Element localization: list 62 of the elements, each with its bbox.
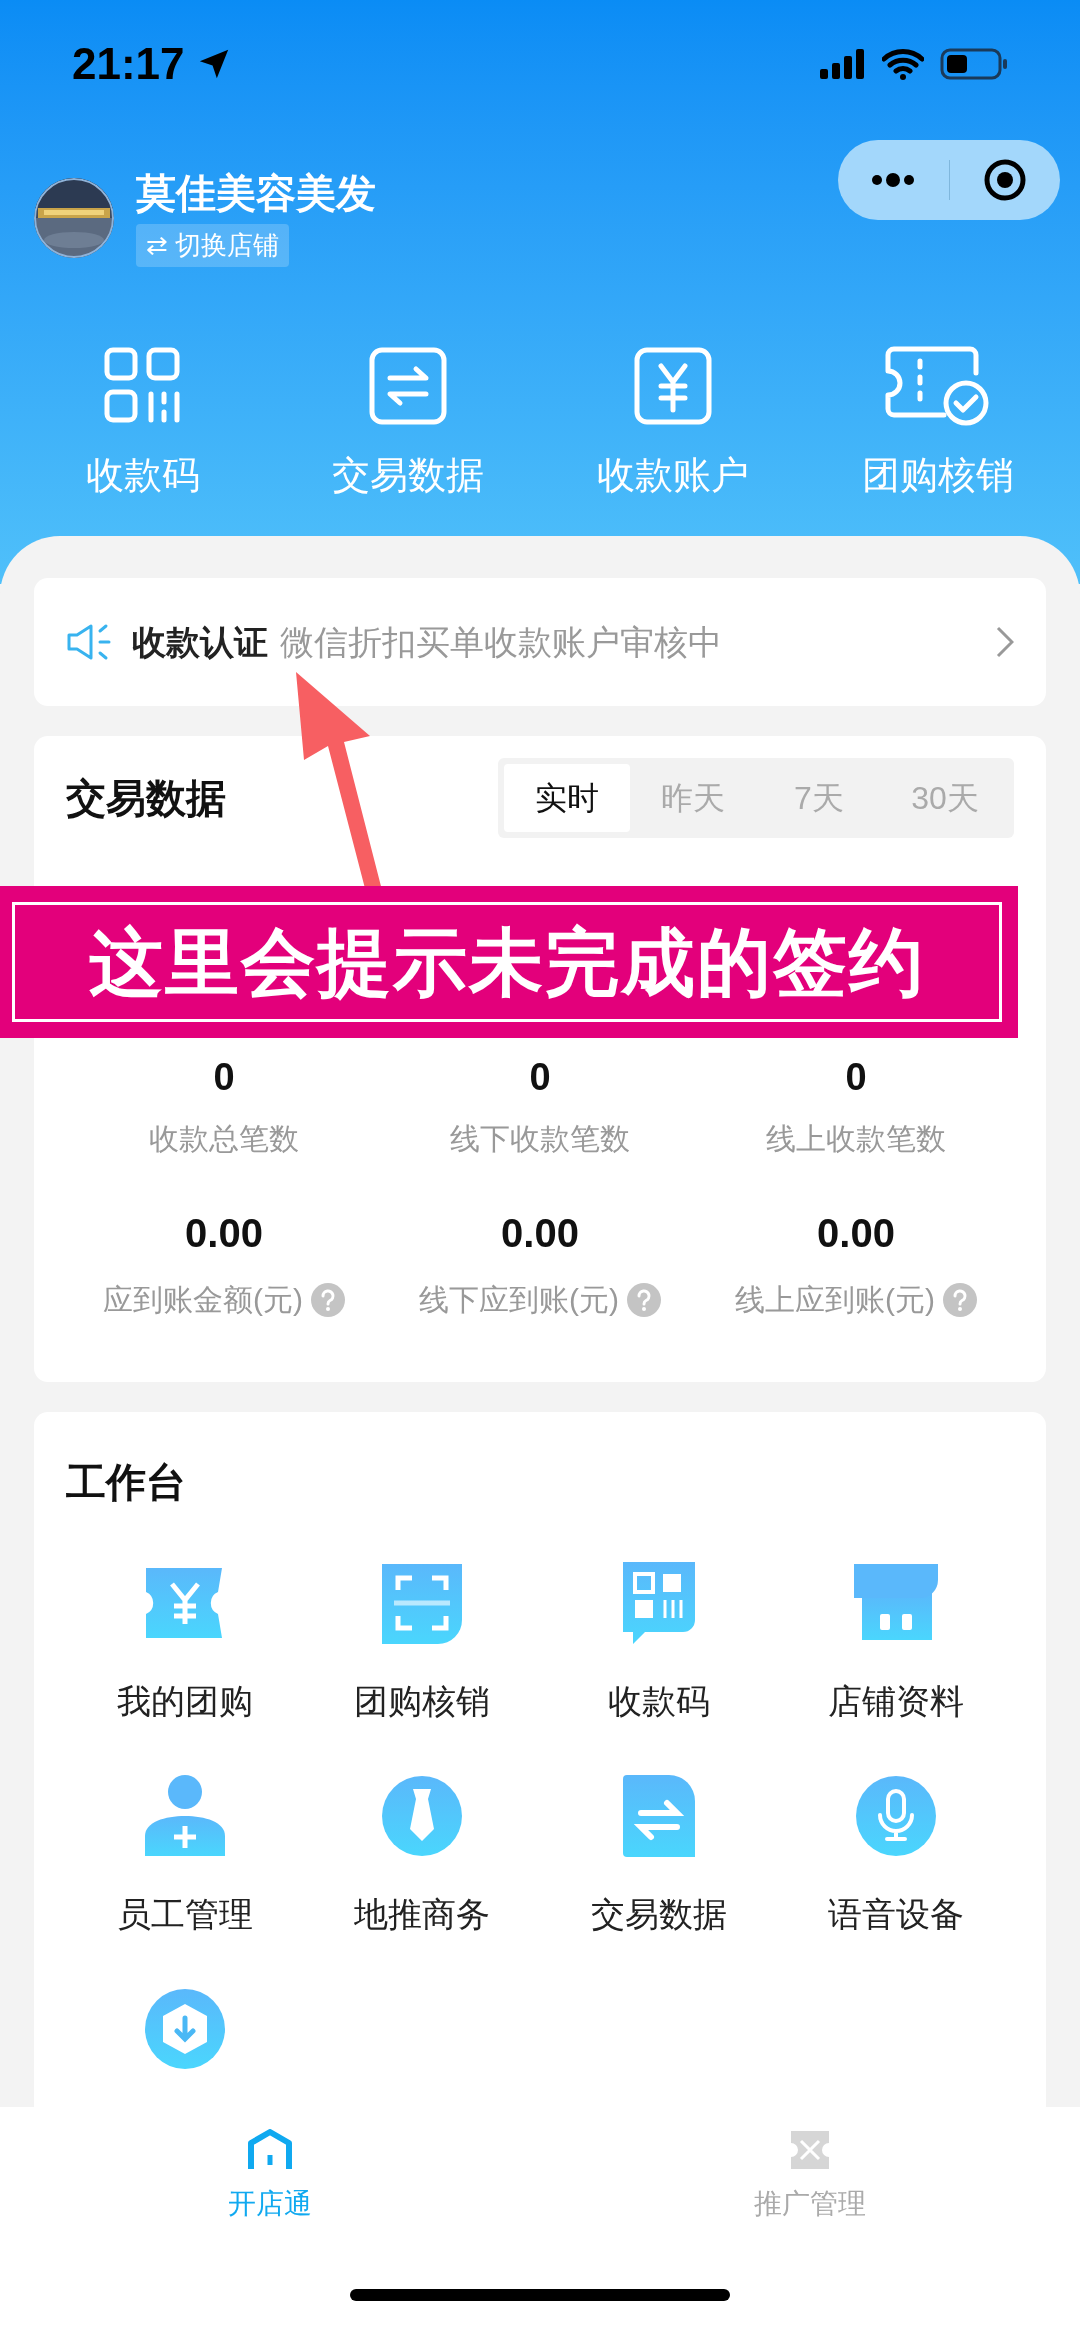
download-icon [143,1988,226,2070]
workbench-item[interactable]: 地推商务 [303,1773,540,1940]
document-exchange-icon [620,1773,697,1859]
stat-value: 0 [213,1058,235,1096]
stat-label: 线下应到账(元) [419,1282,619,1318]
annotation-text: 这里会提示未完成的签约 [89,919,925,1006]
stat-label: 收款总笔数 [149,1121,299,1157]
notice-message: 微信折扣买单收款账户审核中 [280,621,723,663]
period-tab[interactable]: 实时 [504,764,630,832]
help-icon[interactable] [311,1282,345,1317]
workbench-label: 收款码 [607,1681,710,1722]
stat-value: 0.00 [185,1210,263,1257]
workbench-item[interactable]: 团购核销 [303,1560,540,1727]
record-icon [982,158,1027,202]
workbench-item[interactable]: 员工管理 [66,1773,303,1940]
quick-action-label: 收款账户 [596,453,749,498]
tie-icon [380,1775,463,1857]
person-add-icon [142,1774,227,1858]
card-title: 交易数据 [66,775,226,822]
yuan-icon [632,346,713,426]
card-title: 工作台 [66,1459,187,1506]
stat-label: 线下收款笔数 [450,1121,630,1157]
help-icon[interactable] [627,1282,661,1317]
workbench-item[interactable]: 我的团购 [66,1560,303,1727]
workbench-label: 我的团购 [116,1681,253,1722]
workbench-label: 语音设备 [827,1894,964,1935]
notice-bar[interactable]: 收款认证 微信折扣买单收款账户审核中 [34,578,1046,706]
home-icon [247,2129,293,2171]
ticket-icon [789,2129,831,2171]
chevron-right-icon [996,626,1014,658]
notice-title: 收款认证 [132,621,268,663]
quick-action-label: 团购核销 [861,453,1014,498]
microphone-icon [854,1775,937,1857]
quick-action-label: 收款码 [85,453,200,498]
wifi-icon [882,48,924,80]
workbench-label: 店铺资料 [827,1681,964,1722]
speaker-icon [66,623,112,661]
stat-label: 线上应到账(元) [735,1282,935,1318]
stat-value: 0.00 [817,1210,895,1257]
stat-value: 0 [845,1058,867,1096]
help-icon[interactable] [943,1282,977,1317]
qr-code-icon [102,346,183,426]
quick-action-label: 交易数据 [331,453,484,498]
stat-label: 线上收款笔数 [766,1121,946,1157]
workbench-item[interactable]: 交易数据 [540,1773,777,1940]
qr-code-icon [620,1560,697,1646]
stat-label: 应到账金额(元) [103,1282,303,1318]
workbench-item[interactable]: 语音设备 [777,1773,1014,1940]
workbench-label: 员工管理 [116,1894,253,1935]
stat-value: 0 [529,1058,551,1096]
workbench-label: 团购核销 [353,1681,490,1722]
store-name: 莫佳美容美发 [136,170,376,217]
more-icon [871,173,916,187]
workbench-label: 地推商务 [353,1894,490,1935]
status-time: 21:17 [72,38,185,90]
workbench-label: 交易数据 [590,1894,727,1935]
exchange-icon [367,346,448,426]
battery-icon [940,48,1008,80]
stat-value: 0.00 [501,1210,579,1257]
workbench-item[interactable]: 收款码 [540,1560,777,1727]
workbench-item[interactable]: 店铺资料 [777,1560,1014,1727]
signal-icon [820,49,866,79]
